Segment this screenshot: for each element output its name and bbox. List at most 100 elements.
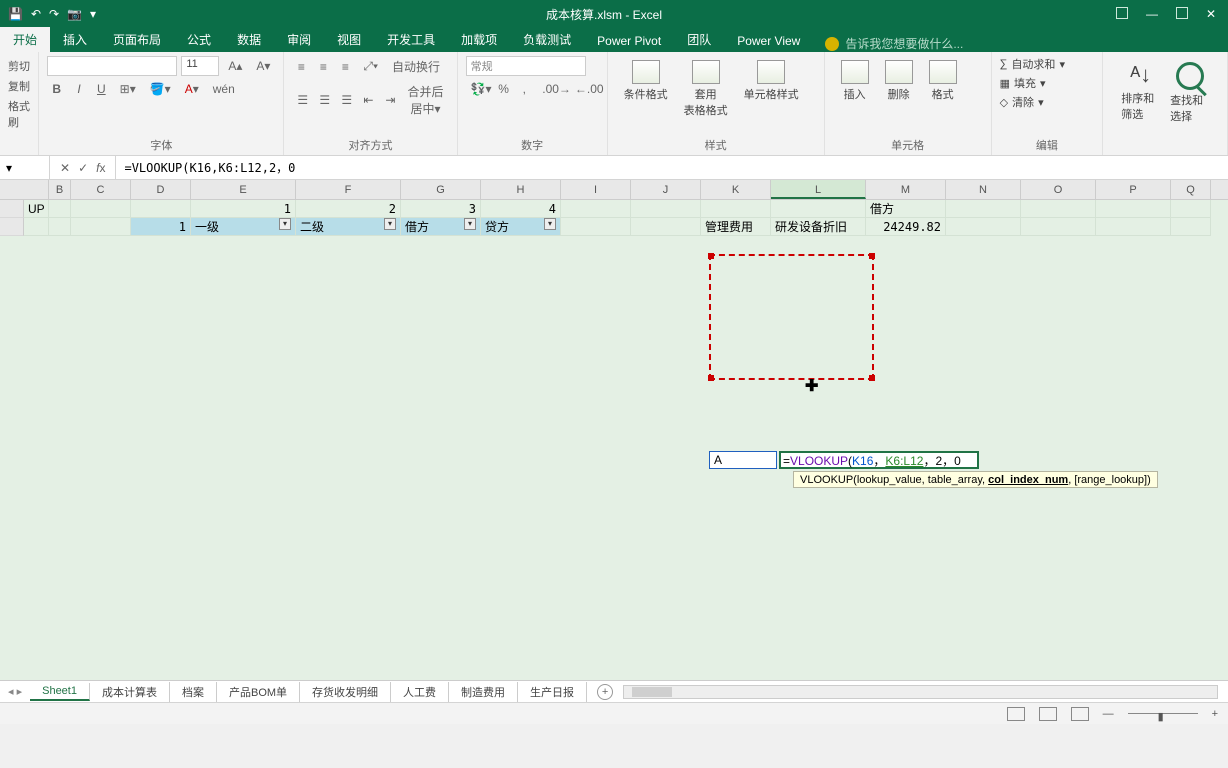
tab-view[interactable]: 视图 [324, 27, 374, 52]
autosum-button[interactable]: ∑自动求和 ▾ [1000, 56, 1095, 72]
align-left-button[interactable]: ☰ [292, 91, 310, 109]
cell[interactable]: 1 [191, 200, 296, 218]
add-sheet-button[interactable]: + [597, 684, 613, 700]
sheet-tab-8[interactable]: 生产日报 [518, 682, 587, 702]
accounting-button[interactable]: 💱▾ [466, 80, 490, 98]
cell[interactable] [71, 218, 131, 236]
font-family-select[interactable] [47, 56, 177, 76]
merge-button[interactable]: 合并后居中▾ [402, 81, 448, 119]
tab-powerview[interactable]: Power View [724, 30, 813, 52]
cell[interactable] [24, 218, 49, 236]
cell[interactable] [49, 200, 71, 218]
tab-developer[interactable]: 开发工具 [374, 27, 448, 52]
col-F[interactable]: F [296, 180, 401, 199]
close-icon[interactable]: ✕ [1206, 7, 1216, 21]
camera-icon[interactable]: 📷 [67, 7, 82, 21]
cell[interactable] [1096, 218, 1171, 236]
sheet-tab-2[interactable]: 成本计算表 [90, 682, 170, 702]
cell[interactable]: 二级▾ [296, 218, 401, 236]
increase-font-button[interactable]: A▴ [223, 57, 247, 75]
sheet-tab-4[interactable]: 产品BOM单 [217, 682, 300, 702]
redo-icon[interactable]: ↷ [49, 7, 59, 21]
align-right-button[interactable]: ☰ [336, 91, 354, 109]
cond-format-button[interactable]: 条件格式 [616, 56, 676, 122]
cell[interactable] [49, 218, 71, 236]
cell[interactable] [1021, 218, 1096, 236]
align-bot-button[interactable]: ≡ [336, 58, 354, 76]
filter-button[interactable]: ▾ [544, 218, 556, 230]
cell[interactable] [701, 200, 771, 218]
cell[interactable] [946, 218, 1021, 236]
sheet-tab-7[interactable]: 制造费用 [449, 682, 518, 702]
col-J[interactable]: J [631, 180, 701, 199]
spreadsheet[interactable]: B C D E F G H I J K L M N O P Q UP1234借方… [0, 180, 1228, 680]
font-size-select[interactable]: 11 [181, 56, 219, 76]
table-format-button[interactable]: 套用 表格格式 [676, 56, 736, 122]
filter-button[interactable]: ▾ [384, 218, 396, 230]
sheet-tab-3[interactable]: 档案 [170, 682, 217, 702]
border-button[interactable]: ⊞▾ [115, 80, 141, 98]
fill-color-button[interactable]: 🪣▾ [145, 80, 176, 98]
number-format-select[interactable]: 常规 [466, 56, 586, 76]
comma-button[interactable]: , [515, 80, 533, 98]
insert-button[interactable]: 插入 [833, 56, 877, 106]
cell[interactable]: 1 [131, 218, 191, 236]
cell[interactable]: 管理费用 [701, 218, 771, 236]
filter-button[interactable]: ▾ [464, 218, 476, 230]
cell[interactable]: UP [24, 200, 49, 218]
dec-decimal-button[interactable]: ←.00 [570, 80, 599, 98]
percent-button[interactable]: % [493, 80, 511, 98]
cell[interactable]: 24249.82 [866, 218, 946, 236]
clear-button[interactable]: ◇清除 ▾ [1000, 94, 1095, 110]
orientation-button[interactable]: ⤢▾ [358, 57, 383, 76]
inc-indent-button[interactable]: ⇥ [380, 91, 398, 109]
tab-powerpivot[interactable]: Power Pivot [584, 30, 674, 52]
inc-decimal-button[interactable]: .00→ [537, 80, 566, 98]
bold-button[interactable]: B [47, 80, 66, 98]
tab-review[interactable]: 审阅 [274, 27, 324, 52]
sheet-tab-1[interactable]: Sheet1 [30, 683, 90, 701]
format-button[interactable]: 格式 [921, 56, 965, 106]
dec-indent-button[interactable]: ⇤ [358, 91, 376, 109]
find-select-button[interactable]: 查找和选择 [1170, 62, 1209, 124]
wrap-text-button[interactable]: 自动换行 [387, 56, 445, 77]
cell[interactable]: 2 [296, 200, 401, 218]
cell[interactable]: 借方▾ [401, 218, 481, 236]
zoom-out-button[interactable]: — [1103, 708, 1114, 720]
cell[interactable] [1171, 200, 1211, 218]
cell[interactable] [1096, 200, 1171, 218]
sheet-tab-6[interactable]: 人工费 [391, 682, 449, 702]
col-K[interactable]: K [701, 180, 771, 199]
copy-button[interactable]: 复制 [8, 76, 30, 96]
page-break-button[interactable] [1071, 707, 1089, 721]
cell[interactable] [771, 200, 866, 218]
cell[interactable] [1171, 218, 1211, 236]
page-layout-button[interactable] [1039, 707, 1057, 721]
cancel-formula-icon[interactable]: ✕ [60, 161, 70, 175]
cell[interactable]: 3 [401, 200, 481, 218]
sheet-tab-5[interactable]: 存货收发明细 [300, 682, 391, 702]
align-center-button[interactable]: ☰ [314, 91, 332, 109]
cell[interactable] [946, 200, 1021, 218]
fx-icon[interactable]: fx [96, 161, 105, 175]
cell[interactable]: 借方 [866, 200, 946, 218]
row-header[interactable] [0, 218, 24, 236]
sheet-nav-prev[interactable]: ◂ ▸ [0, 685, 30, 698]
tab-formulas[interactable]: 公式 [174, 27, 224, 52]
cell[interactable] [71, 200, 131, 218]
horizontal-scrollbar[interactable] [623, 685, 1218, 699]
col-I[interactable]: I [561, 180, 631, 199]
save-icon[interactable]: 💾 [8, 7, 23, 21]
cell[interactable] [631, 218, 701, 236]
tab-loadtest[interactable]: 负载测试 [510, 27, 584, 52]
zoom-in-button[interactable]: + [1212, 708, 1218, 720]
filter-button[interactable]: ▾ [279, 218, 291, 230]
cell[interactable]: 一级▾ [191, 218, 296, 236]
sort-filter-button[interactable]: ᴬ↓ 排序和筛选 [1121, 62, 1160, 124]
more-icon[interactable]: ▾ [90, 7, 96, 21]
col-L[interactable]: L [771, 180, 866, 199]
col-M[interactable]: M [866, 180, 946, 199]
cell-K16[interactable]: A [709, 451, 777, 469]
cell-L16-editing[interactable]: =VLOOKUP(K16，K6:L12，2，0 [779, 451, 979, 469]
normal-view-button[interactable] [1007, 707, 1025, 721]
